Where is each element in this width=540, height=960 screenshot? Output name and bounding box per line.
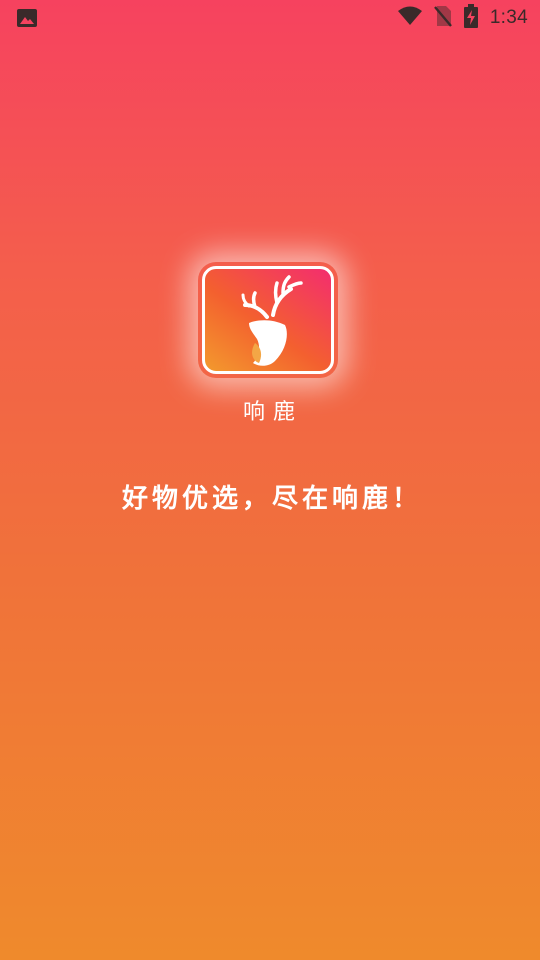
wifi-icon <box>397 6 422 30</box>
image-notification-icon <box>16 8 38 28</box>
deer-antler-logo-icon <box>241 275 303 366</box>
status-time: 1:34 <box>489 7 528 28</box>
slogan-text: 好物优选，尽在响鹿！ <box>121 484 422 514</box>
app-icon-tile <box>202 266 334 374</box>
status-icons: 1:34 <box>397 4 528 32</box>
no-sim-icon <box>433 5 452 31</box>
status-bar: 1:34 <box>0 0 540 36</box>
battery-charging-icon <box>463 4 478 32</box>
app-name: 响鹿 <box>242 400 303 425</box>
app-logo <box>198 262 338 378</box>
